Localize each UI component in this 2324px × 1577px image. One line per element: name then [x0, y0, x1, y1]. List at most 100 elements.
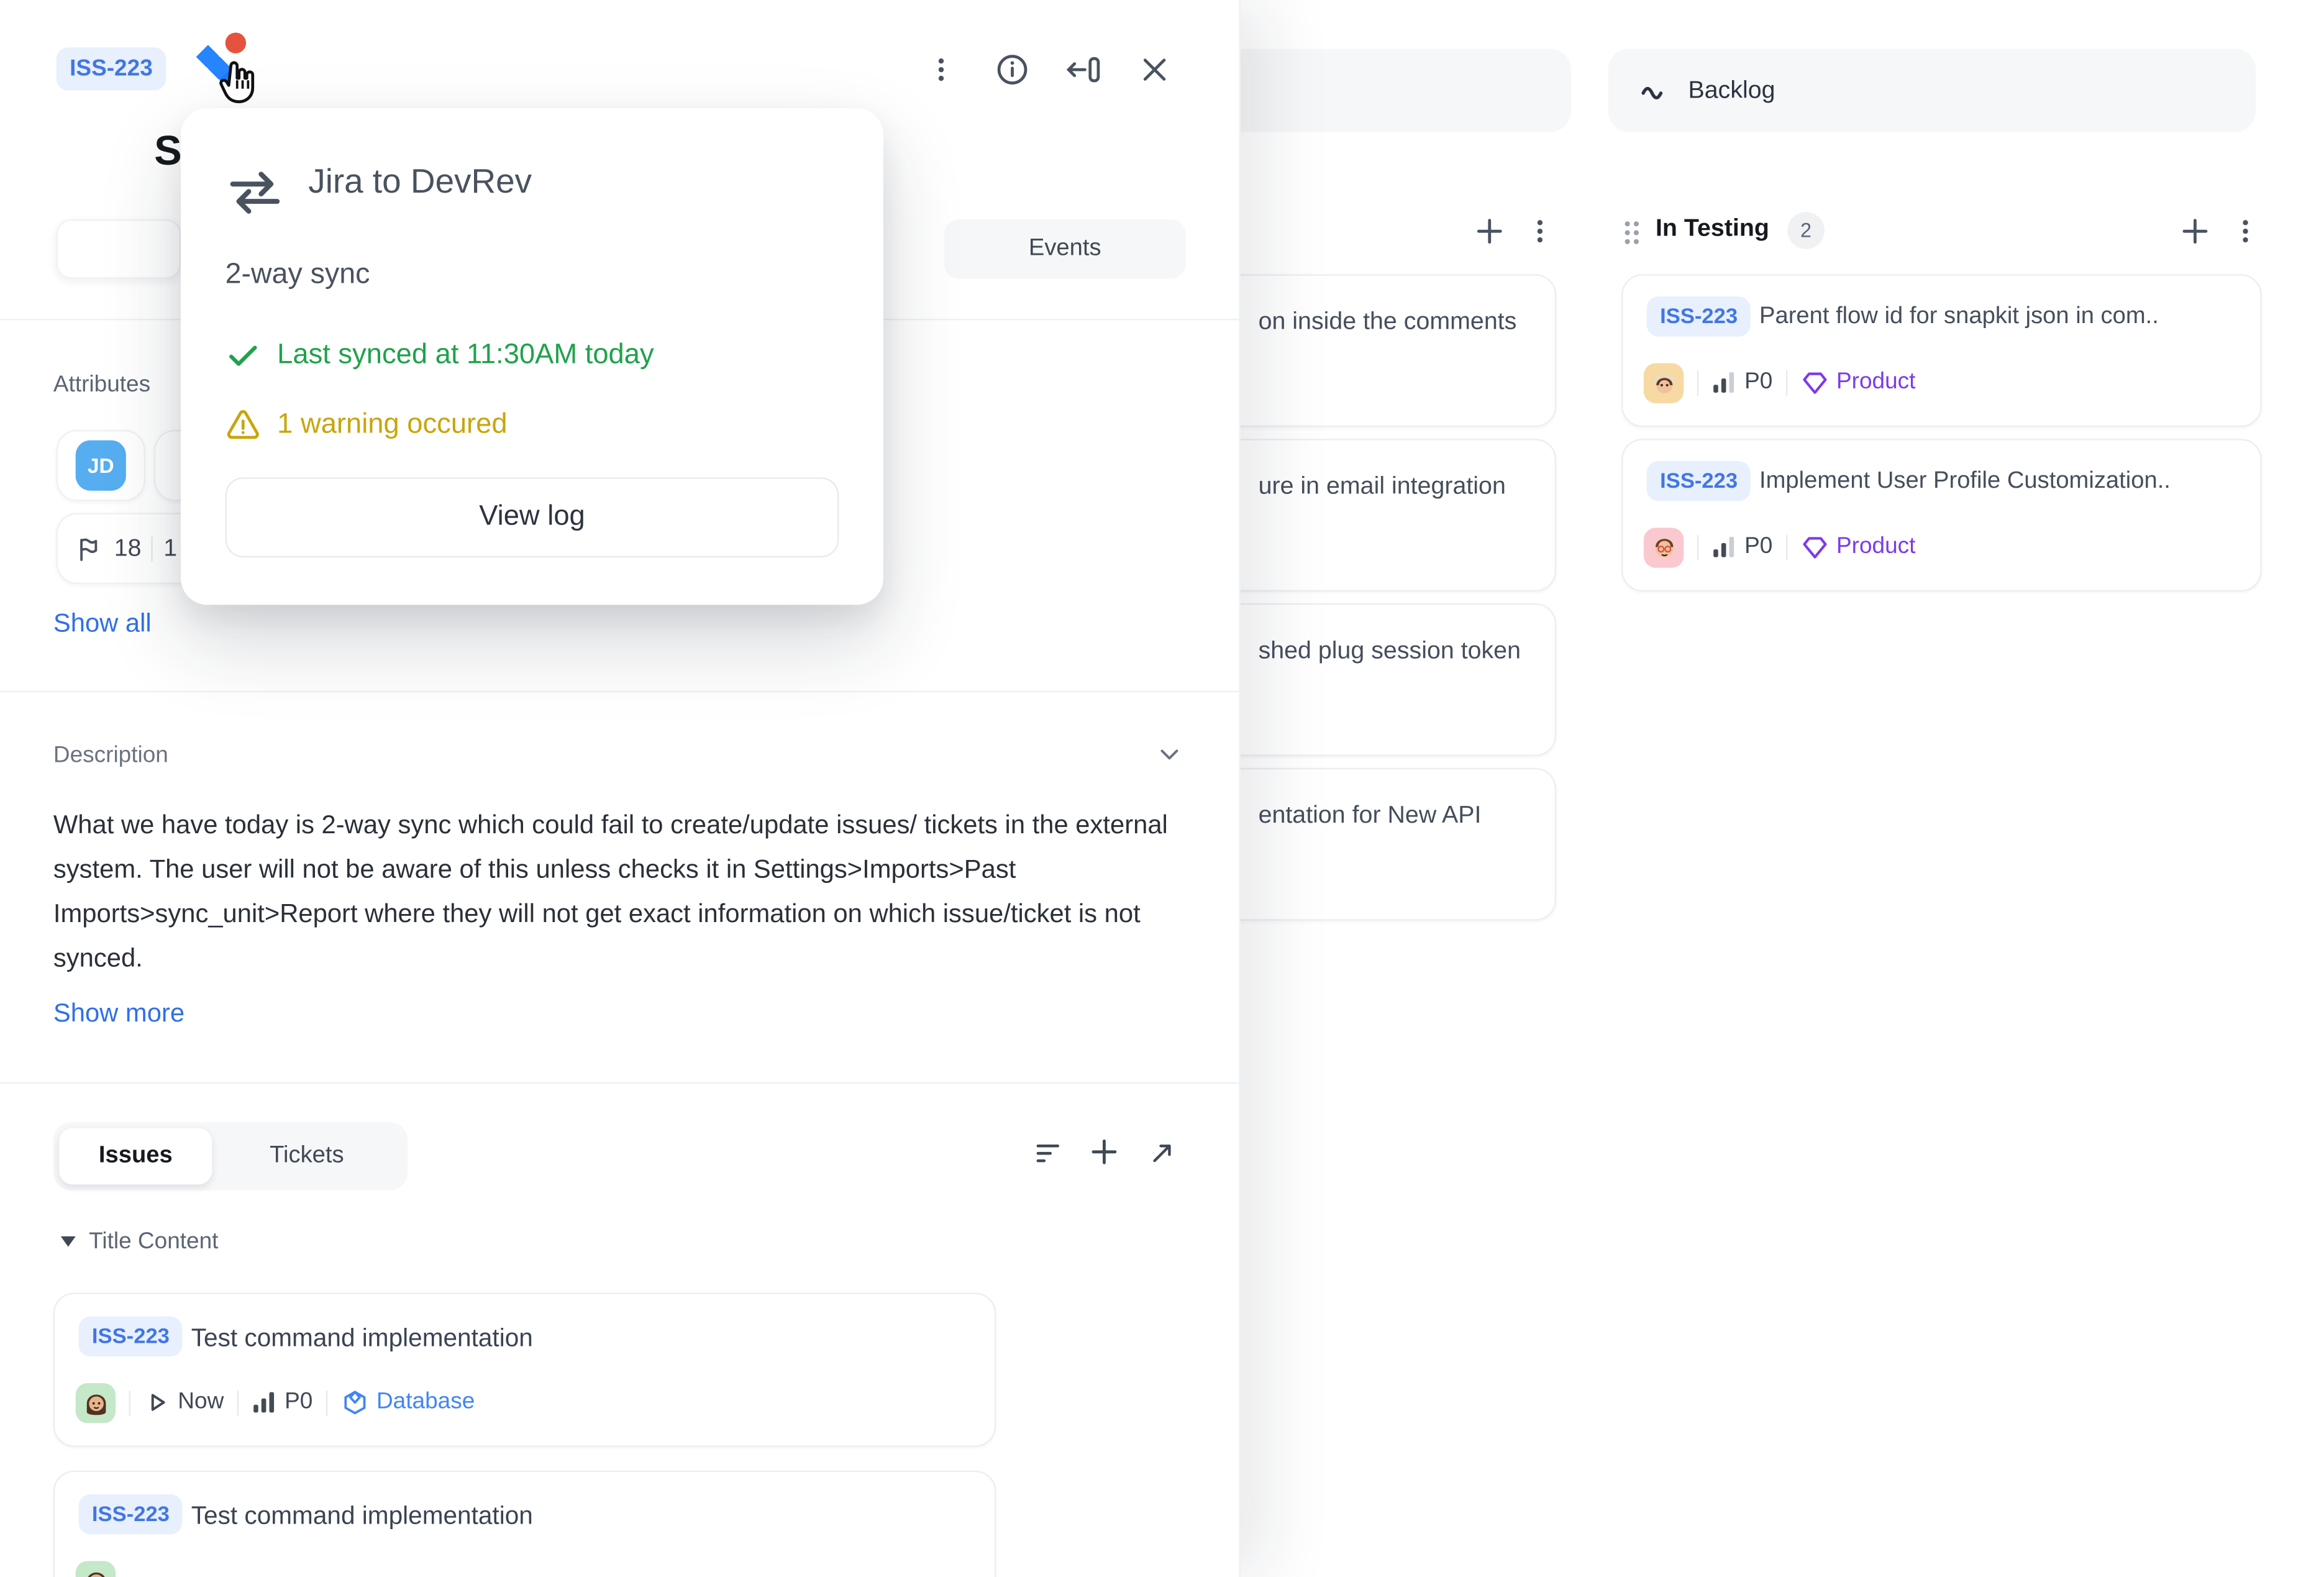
filter-icon [1033, 1138, 1063, 1168]
add-button[interactable] [1085, 1133, 1123, 1171]
tab-tickets[interactable]: Tickets [212, 1143, 401, 1169]
part-tag[interactable]: Product [1801, 533, 1916, 561]
add-card-button[interactable] [2176, 212, 2214, 250]
info-icon [995, 52, 1030, 88]
collapse-panel-button[interactable] [1064, 50, 1103, 89]
triangle-down-icon [59, 1232, 77, 1250]
priority-icon [1712, 370, 1738, 395]
sync-success-row: Last synced at 11:30AM today [226, 338, 654, 373]
close-button[interactable] [1136, 50, 1174, 89]
issue-card[interactable]: ISS-223 Test command implementation [53, 1471, 996, 1577]
backlog-label: Backlog [1688, 76, 1775, 104]
flag-icon [76, 534, 104, 562]
column-menu-button[interactable] [2226, 212, 2265, 250]
issue-card[interactable]: ISS-223 Parent flow id for snapkit json … [1621, 274, 2262, 427]
avatar[interactable] [1644, 362, 1684, 402]
card-title: ure in email integration [1259, 473, 1506, 501]
issue-id-badge[interactable]: ISS-223 [1647, 296, 1751, 336]
card-title: Implement User Profile Customization.. [1759, 469, 2171, 495]
database-icon [341, 1388, 369, 1416]
column-menu-button[interactable] [1521, 212, 1559, 250]
priority-label: P0 [1744, 369, 1772, 396]
last-synced-text: Last synced at 11:30AM today [277, 339, 654, 372]
sync-title: Jira to DevRev [308, 162, 532, 201]
part-label: Database [376, 1389, 475, 1416]
chevron-down-icon [1155, 740, 1185, 770]
close-icon [1138, 53, 1170, 86]
part-tag[interactable]: Database [341, 1388, 475, 1416]
divider [129, 1390, 130, 1415]
plus-icon [1088, 1136, 1120, 1168]
collapse-group-button[interactable] [59, 1232, 77, 1250]
divider [152, 536, 153, 561]
collapse-section-button[interactable] [1150, 735, 1188, 774]
description-label: Description [53, 743, 168, 769]
avatar[interactable] [76, 1560, 116, 1577]
priority[interactable]: P0 [1712, 369, 1773, 396]
notification-dot [226, 32, 246, 53]
avatar[interactable] [1644, 527, 1684, 567]
kebab-icon [2231, 216, 2261, 246]
column-title[interactable]: In Testing [1656, 215, 1769, 243]
show-more-link[interactable]: Show more [53, 998, 185, 1029]
card-title: Parent flow id for snapkit json in com.. [1759, 304, 2159, 331]
expand-button[interactable] [1142, 1134, 1181, 1172]
sync-mode: 2-way sync [226, 258, 370, 292]
issue-id-badge[interactable]: ISS-223 [78, 1317, 183, 1356]
priority-icon [252, 1390, 278, 1415]
issue-id-badge[interactable]: ISS-223 [78, 1494, 183, 1534]
sync-status-popover: Jira to DevRev 2-way sync Last synced at… [181, 108, 883, 605]
tab-issues[interactable]: Issues [59, 1128, 212, 1185]
priority[interactable]: P0 [1712, 534, 1773, 560]
divider [1786, 534, 1787, 560]
kebab-icon [1525, 216, 1555, 246]
card-title: on inside the comments [1259, 308, 1517, 336]
description-body: What we have today is 2-way sync which c… [53, 802, 1168, 980]
group-pill-backlog[interactable]: Backlog [1608, 49, 2256, 132]
flag-count: 18 [114, 534, 142, 562]
info-button[interactable] [993, 50, 1032, 89]
check-icon [226, 338, 261, 373]
issue-card[interactable]: ISS-223 Implement User Profile Customiza… [1621, 439, 2262, 592]
product-icon [1801, 368, 1829, 396]
warning-icon [226, 408, 261, 443]
issue-id-badge[interactable]: ISS-223 [57, 47, 166, 90]
divider [1697, 534, 1698, 560]
filter-button[interactable] [1029, 1134, 1067, 1172]
tab-events[interactable]: Events [944, 219, 1186, 278]
column-count-badge: 2 [1787, 212, 1825, 249]
group-pill-partial[interactable] [1213, 49, 1571, 132]
tab-selected[interactable] [57, 219, 181, 278]
divider [0, 1082, 1239, 1084]
part-label: Product [1836, 534, 1915, 560]
app-root: Backlog In Testing 2 on inside the comme… [0, 0, 2324, 1577]
part-tag[interactable]: Product [1801, 368, 1916, 396]
group-header-label: Title Content [89, 1229, 218, 1256]
owner-pill[interactable]: JD [57, 430, 145, 501]
avatar: JD [76, 441, 126, 491]
wave-icon [1638, 74, 1670, 106]
divider [1786, 370, 1787, 395]
sync-arrows-icon [226, 168, 285, 218]
priority-label: P0 [285, 1389, 312, 1416]
priority[interactable]: P0 [252, 1389, 313, 1416]
stage[interactable]: Now [144, 1389, 224, 1416]
plus-icon [1474, 215, 1506, 247]
show-all-link[interactable]: Show all [53, 608, 152, 639]
issue-card[interactable]: ISS-223 Test command implementation Now … [53, 1292, 996, 1447]
priority-label: P0 [1744, 534, 1772, 560]
view-log-button[interactable]: View log [226, 477, 839, 557]
add-card-button[interactable] [1470, 212, 1509, 250]
collapse-panel-icon [1064, 52, 1103, 88]
issue-id-badge[interactable]: ISS-223 [1647, 461, 1751, 501]
divider [326, 1390, 327, 1415]
divider [0, 691, 1239, 692]
play-icon [144, 1389, 170, 1416]
part-label: Product [1836, 369, 1915, 396]
drag-handle-icon[interactable] [1621, 218, 1642, 248]
product-icon [1801, 533, 1829, 561]
card-title: Test command implementation [191, 1502, 533, 1532]
more-menu-button[interactable] [922, 50, 960, 89]
warning-text: 1 warning occured [277, 409, 507, 441]
avatar[interactable] [76, 1383, 116, 1422]
